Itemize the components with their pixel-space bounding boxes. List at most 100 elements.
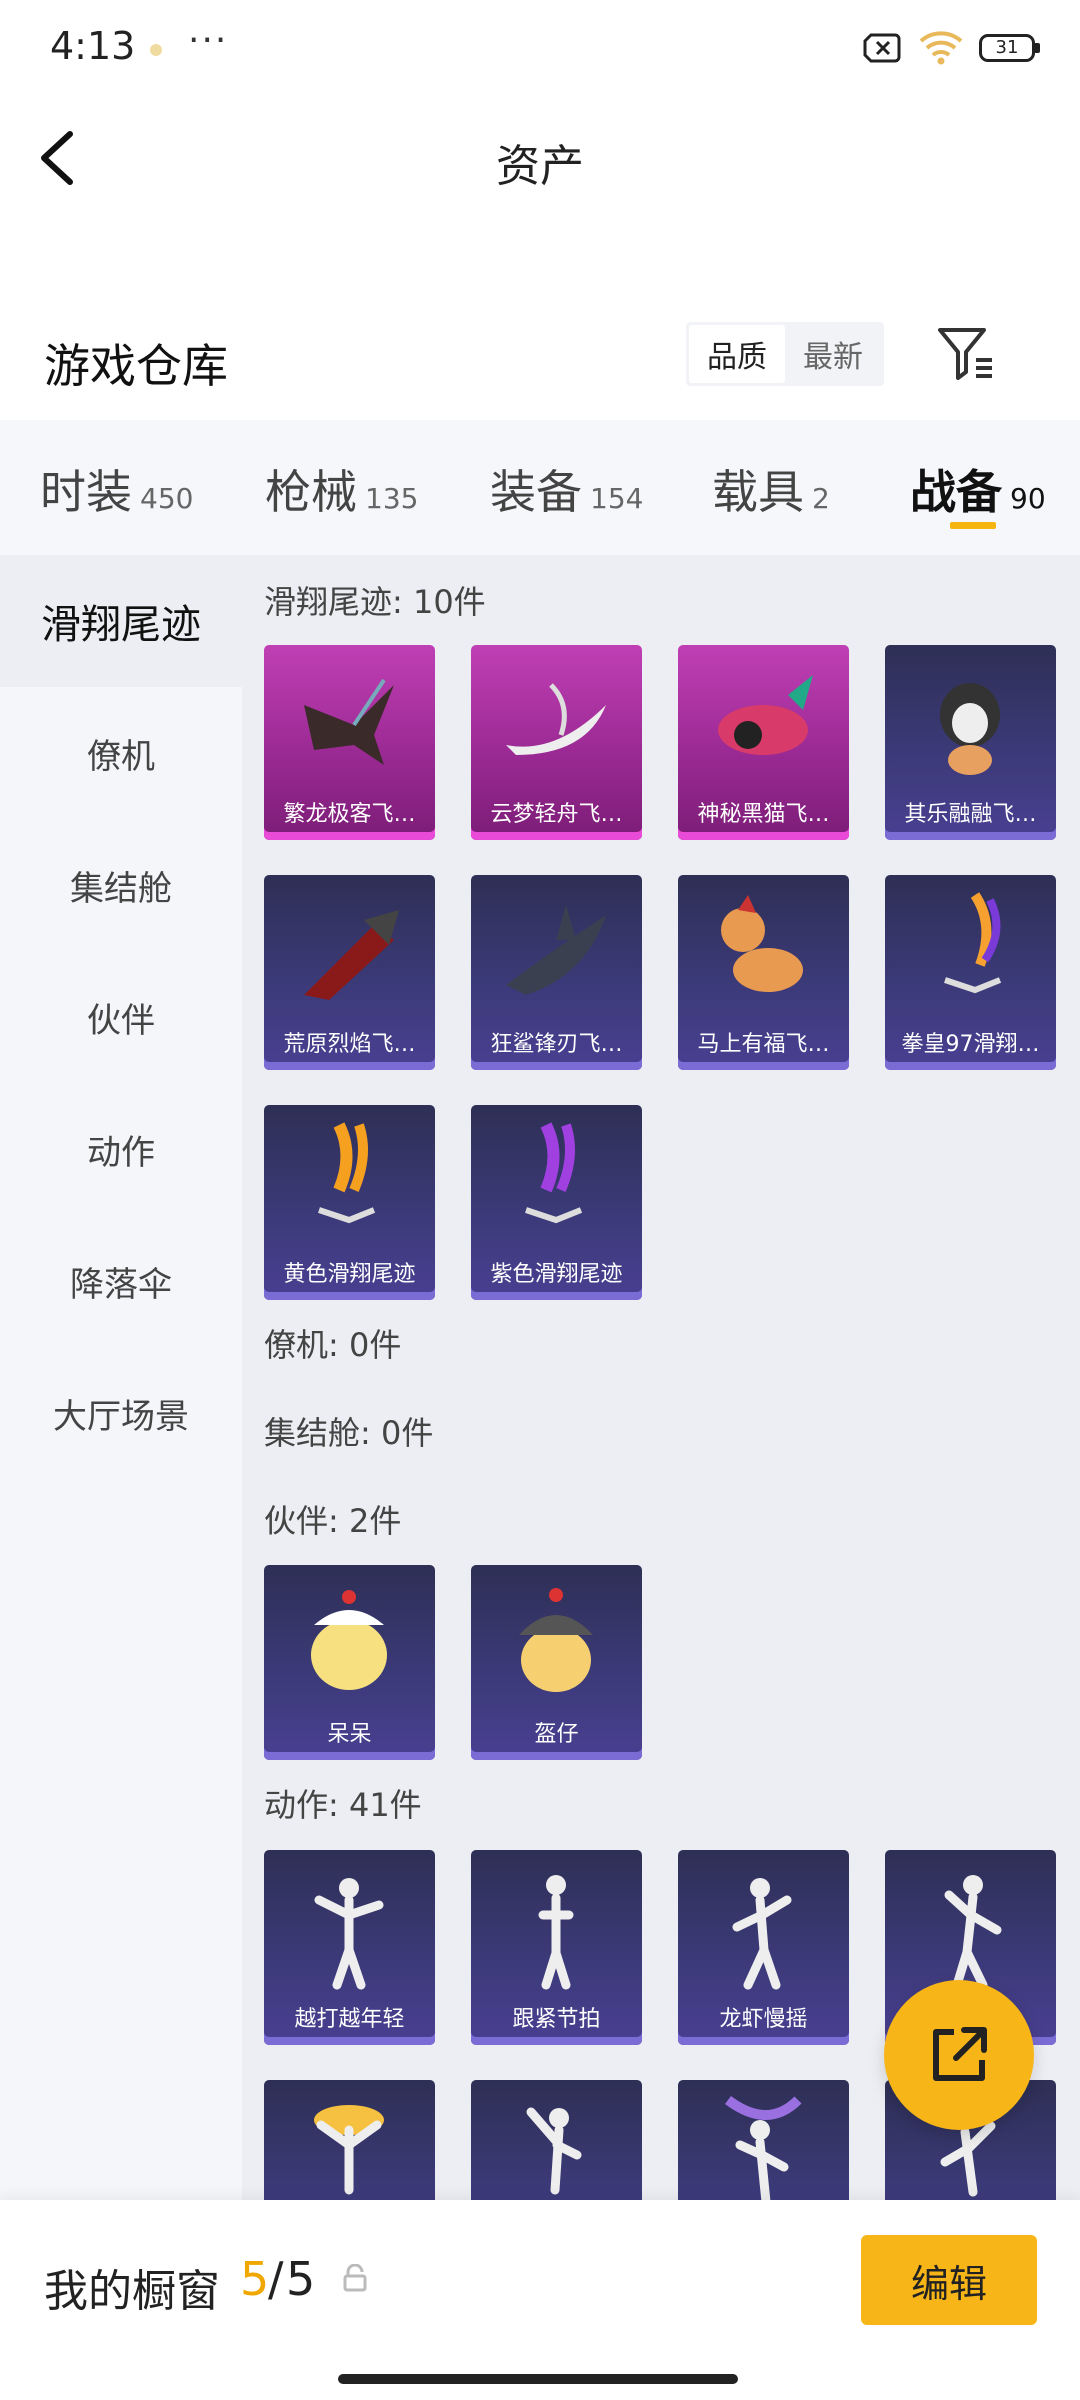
item-name: 紫色滑翔尾迹	[490, 1262, 623, 1287]
warehouse-header: 游戏仓库 品质 最新	[0, 300, 1080, 410]
item-card[interactable]: 其乐融融飞…	[885, 645, 1056, 840]
purple-glide-trail-icon	[525, 1122, 583, 1224]
item-card[interactable]: 黄色滑翔尾迹	[264, 1105, 435, 1300]
item-name: 跟紧节拍	[512, 2007, 601, 2032]
sidebar-item-companion[interactable]: 伙伴	[0, 951, 242, 1083]
sidebar-item-emote[interactable]: 动作	[0, 1083, 242, 1215]
dance-pose-icon	[538, 1875, 574, 1990]
tab-vehicles[interactable]: 载具 2	[712, 456, 830, 522]
showcase-bar: 我的橱窗 5 / 5 编辑	[0, 2200, 1080, 2400]
status-bar: 4:13 ··· 31	[0, 0, 1080, 100]
item-name: 拳皇97滑翔…	[901, 1032, 1040, 1057]
page-title: 资产	[496, 141, 584, 192]
dance-pose-icon	[526, 2107, 582, 2195]
sidebar-item-wingman[interactable]: 僚机	[0, 687, 242, 819]
item-name: 荒原烈焰飞…	[283, 1032, 416, 1057]
showcase-count: 5	[240, 2252, 270, 2306]
item-card[interactable]: 云梦轻舟飞…	[471, 645, 642, 840]
item-card[interactable]	[471, 2080, 642, 2200]
group-title-wingman: 僚机: 0件	[264, 1326, 402, 1364]
status-icons: 31	[863, 28, 1040, 68]
sidebar: 滑翔尾迹 僚机 集结舱 伙伴 动作 降落伞 大厅场景	[0, 555, 242, 2200]
item-name: 越打越年轻	[294, 2007, 405, 2032]
item-card[interactable]: 繁龙极客飞…	[264, 645, 435, 840]
yellow-glide-trail-icon	[318, 1122, 376, 1224]
dance-pose-icon	[314, 1878, 384, 1990]
tab-weapons[interactable]: 枪械 135	[265, 456, 418, 522]
group-title-emote: 动作: 41件	[264, 1786, 422, 1824]
sort-newest-button[interactable]: 最新	[785, 325, 881, 383]
item-card[interactable]: 紫色滑翔尾迹	[471, 1105, 642, 1300]
dance-pose-icon	[725, 2095, 802, 2200]
active-tab-indicator	[950, 522, 996, 529]
status-more-icon: ···	[188, 20, 229, 61]
item-grid: 滑翔尾迹: 10件 繁龙极客飞… 云梦轻舟飞… 神秘黑猫飞… 其乐融融飞… 荒原…	[242, 555, 1080, 2200]
item-name: 黄色滑翔尾迹	[283, 1262, 416, 1287]
item-name: 繁龙极客飞…	[283, 802, 416, 827]
app-header: 资产	[0, 100, 1080, 210]
item-name: 呆呆	[327, 1722, 372, 1747]
filter-icon[interactable]	[934, 322, 996, 384]
cloud-boat-glider-icon	[506, 683, 606, 755]
item-name: 盔仔	[534, 1722, 579, 1747]
helmet-chick-companion-icon	[519, 1588, 593, 1692]
notification-dot-icon	[150, 44, 162, 56]
sort-quality-button[interactable]: 品质	[689, 325, 785, 383]
dance-pose-icon	[314, 2105, 384, 2195]
item-card[interactable]: 龙虾慢摇	[678, 1850, 849, 2045]
warehouse-title: 游戏仓库	[44, 339, 228, 393]
battery-level: 31	[979, 34, 1035, 62]
group-title-glide-trail: 滑翔尾迹: 10件	[264, 583, 486, 621]
category-tabs: 时装 450 枪械 135 装备 154 载具 2 战备 90	[0, 420, 1080, 555]
item-card[interactable]: 马上有福飞…	[678, 875, 849, 1070]
black-cat-glider-icon	[718, 675, 813, 755]
sidebar-item-parachute[interactable]: 降落伞	[0, 1215, 242, 1347]
status-time: 4:13	[50, 24, 136, 68]
showcase-separator: /	[268, 2252, 284, 2306]
item-card[interactable]: 拳皇97滑翔…	[885, 875, 1056, 1070]
item-name: 其乐融融飞…	[904, 802, 1037, 827]
item-name: 云梦轻舟飞…	[490, 802, 623, 827]
penguin-glider-icon	[940, 683, 1000, 775]
tab-equipment[interactable]: 装备 154	[490, 456, 643, 522]
dragon-glider-icon	[304, 678, 394, 765]
item-card[interactable]: 狂鲨锋刃飞…	[471, 875, 642, 1070]
home-indicator[interactable]	[338, 2374, 738, 2384]
item-name: 龙虾慢摇	[719, 2007, 808, 2032]
wifi-icon	[919, 31, 963, 65]
tab-combat-gear[interactable]: 战备 90	[910, 456, 1046, 522]
horse-glider-icon	[721, 895, 803, 992]
dance-pose-icon	[732, 1878, 792, 1990]
showcase-label: 我的橱窗	[44, 2266, 220, 2317]
sort-toggle: 品质 最新	[686, 322, 884, 386]
edit-button[interactable]: 编辑	[861, 2235, 1037, 2325]
item-card[interactable]	[678, 2080, 849, 2200]
item-card[interactable]: 呆呆	[264, 1565, 435, 1760]
item-card[interactable]: 跟紧节拍	[471, 1850, 642, 2045]
sim-off-icon	[863, 33, 901, 63]
item-name: 马上有福飞…	[697, 1032, 830, 1057]
share-icon	[933, 2027, 987, 2081]
battery-icon: 31	[979, 34, 1040, 62]
sidebar-item-lobby-scene[interactable]: 大厅场景	[0, 1347, 242, 1479]
sidebar-item-rally-pod[interactable]: 集结舱	[0, 819, 242, 951]
group-title-rally-pod: 集结舱: 0件	[264, 1414, 434, 1452]
item-card[interactable]: 荒原烈焰飞…	[264, 875, 435, 1070]
shark-glider-icon	[506, 905, 606, 995]
sidebar-item-glide-trail[interactable]: 滑翔尾迹	[0, 555, 242, 687]
item-card[interactable]: 盔仔	[471, 1565, 642, 1760]
item-name: 狂鲨锋刃飞…	[490, 1032, 623, 1057]
group-title-companion: 伙伴: 2件	[264, 1502, 402, 1540]
showcase-total: 5	[286, 2252, 316, 2306]
kof97-glider-icon	[944, 892, 1002, 994]
dance-pose-icon	[944, 1875, 1002, 1990]
chick-companion-icon	[311, 1590, 387, 1690]
item-name: 神秘黑猫飞…	[697, 802, 830, 827]
item-card[interactable]: 神秘黑猫飞…	[678, 645, 849, 840]
tab-fashion[interactable]: 时装 450	[40, 456, 193, 522]
flame-glider-icon	[304, 910, 399, 1000]
item-card[interactable]: 越打越年轻	[264, 1850, 435, 2045]
item-card[interactable]	[264, 2080, 435, 2200]
lock-icon	[343, 2264, 367, 2292]
share-button[interactable]	[884, 1980, 1034, 2130]
